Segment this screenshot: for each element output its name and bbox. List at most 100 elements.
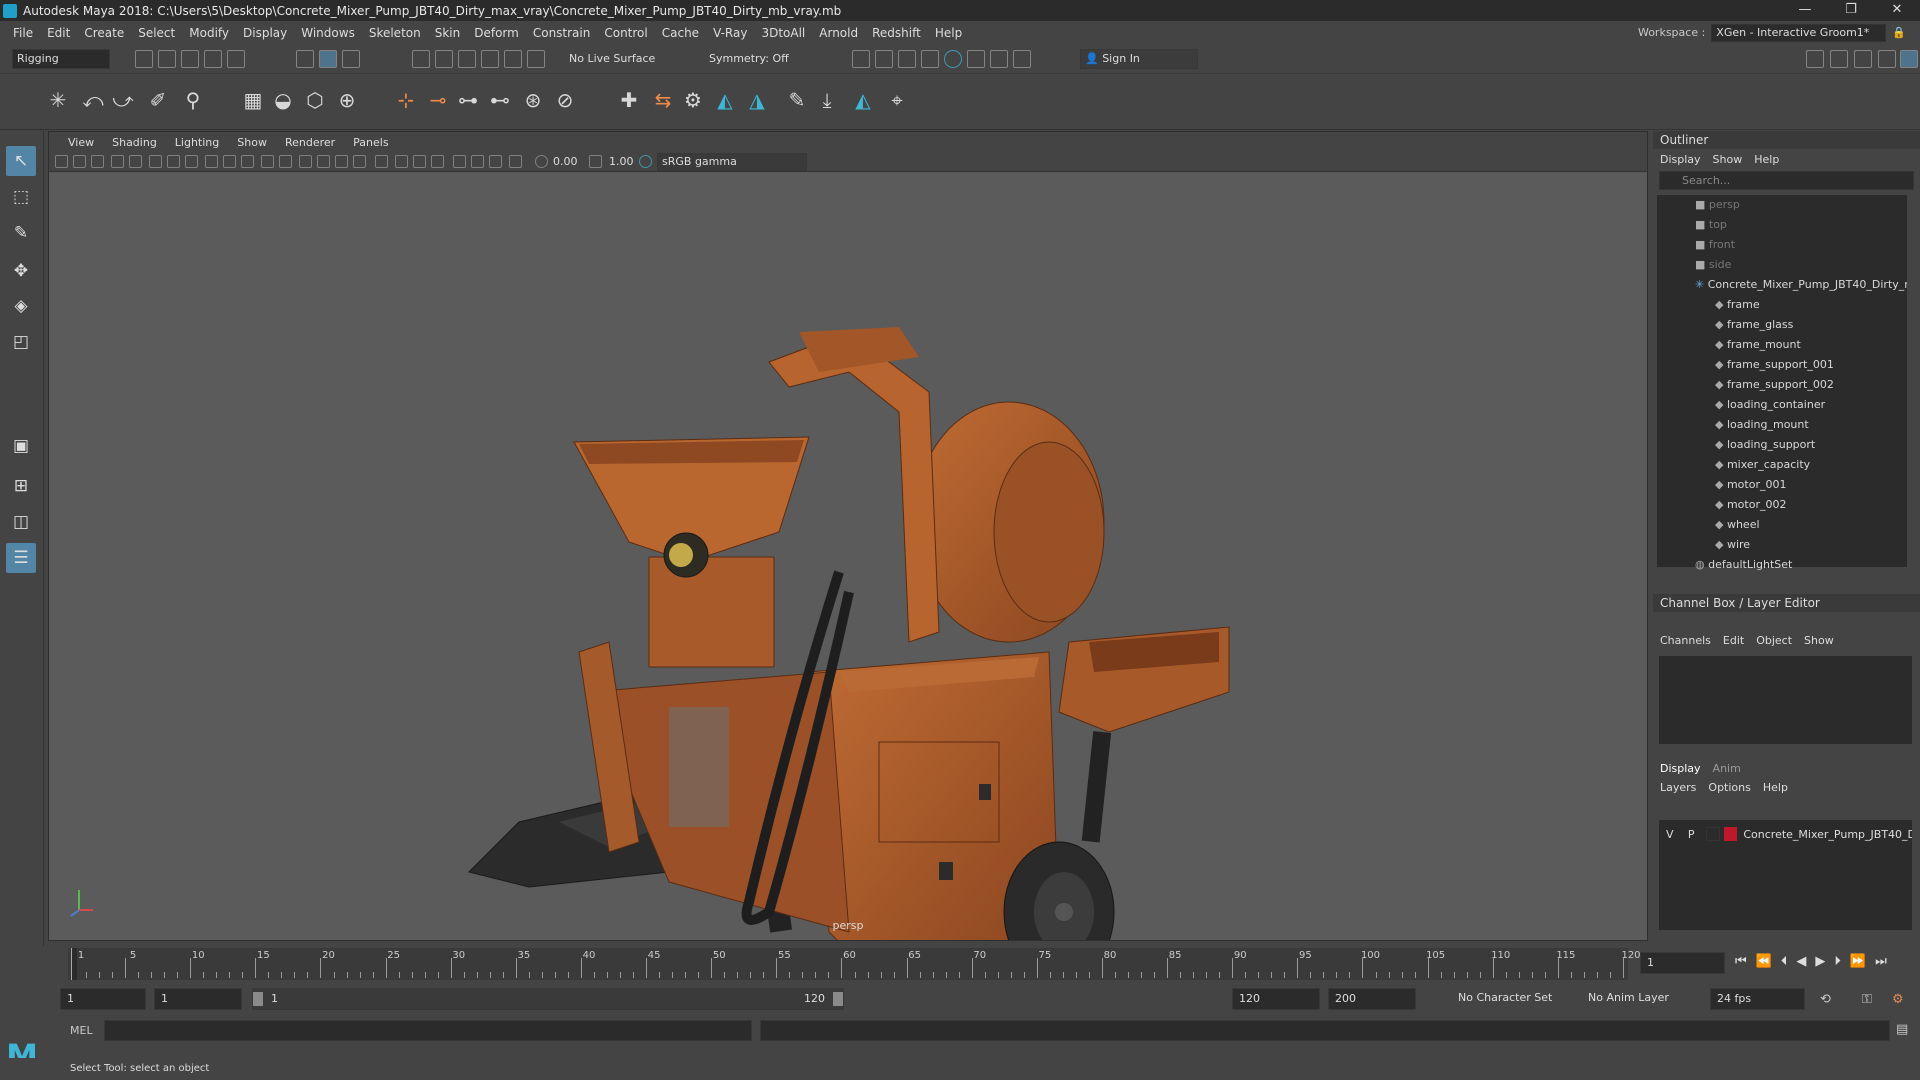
close-button[interactable]: ✕	[1874, 0, 1920, 21]
vp-menu-show[interactable]: Show	[228, 136, 276, 149]
undo-icon[interactable]	[204, 50, 222, 68]
mel-input[interactable]	[104, 1020, 752, 1041]
ik-spline-icon[interactable]: ⤻	[110, 87, 136, 113]
channel-box-toggle-icon[interactable]	[1878, 50, 1896, 68]
layer-color-swatch[interactable]	[1723, 827, 1738, 841]
constraint-parent-icon[interactable]: ⊛	[520, 87, 546, 113]
menu-skeleton[interactable]: Skeleton	[362, 26, 428, 40]
vp-menu-lighting[interactable]: Lighting	[166, 136, 228, 149]
lasso-tool-icon[interactable]: ⬚	[6, 182, 36, 212]
menu-file[interactable]: File	[6, 26, 40, 40]
show-menu[interactable]: Show	[1804, 634, 1834, 647]
constraint-scale-icon[interactable]: ⊷	[487, 87, 513, 113]
start-time-field[interactable]: 1	[60, 988, 146, 1010]
loop-icon[interactable]: ⟲	[1820, 992, 1831, 1007]
paint-weights-icon[interactable]: ✎	[784, 87, 810, 113]
gamma-value[interactable]: 1.00	[609, 155, 634, 168]
layers-menu[interactable]: Layers	[1660, 781, 1696, 794]
outliner-item[interactable]: ◆ mixer_capacity	[1715, 455, 1907, 475]
layer-name[interactable]: Concrete_Mixer_Pump_JBT40_D	[1743, 828, 1912, 841]
menu-control[interactable]: Control	[597, 26, 654, 40]
ik-handle-icon[interactable]: ⤺	[80, 87, 106, 113]
camera-select-icon[interactable]	[55, 155, 68, 168]
edit-menu[interactable]: Edit	[1723, 634, 1744, 647]
arnold-icon[interactable]: ◭	[712, 87, 738, 113]
outliner-search-input[interactable]: Search...	[1659, 171, 1914, 190]
menu-help[interactable]: Help	[928, 26, 969, 40]
outliner-menu-display[interactable]: Display	[1660, 153, 1701, 166]
select-hierarchy-icon[interactable]	[296, 50, 314, 68]
outliner-layout-icon[interactable]: ☰	[6, 543, 36, 573]
outliner-item[interactable]: ◆ wheel	[1715, 515, 1907, 535]
wireframe-on-shaded-icon[interactable]	[299, 155, 312, 168]
render-settings-icon[interactable]	[898, 50, 916, 68]
xray-icon[interactable]	[395, 155, 408, 168]
outliner-item[interactable]: ◆ frame_support_001	[1715, 355, 1907, 375]
wireframe-icon[interactable]	[261, 155, 274, 168]
motion-blur-icon[interactable]	[471, 155, 484, 168]
cluster-icon[interactable]: ◒	[270, 87, 296, 113]
menu-constrain[interactable]: Constrain	[526, 26, 598, 40]
sign-in-button[interactable]: 👤 Sign In	[1080, 49, 1198, 69]
select-component-icon[interactable]	[342, 50, 360, 68]
redshift-render-icon[interactable]	[990, 50, 1008, 68]
vp-menu-shading[interactable]: Shading	[103, 136, 166, 149]
layer-type-toggle[interactable]	[1705, 827, 1720, 841]
options-menu[interactable]: Options	[1708, 781, 1750, 794]
bake-icon[interactable]: ⤓	[814, 87, 840, 113]
snap-pivot-icon[interactable]	[527, 50, 545, 68]
time-slider[interactable]: 1 5 10 15 20 25 30 35 40 45 50 55 60 65 70 75 80 85 90 95 10…	[48, 944, 1648, 982]
skeleton-icon[interactable]: ⚲	[180, 87, 206, 113]
constraint-orient-icon[interactable]: ⊶	[455, 87, 481, 113]
save-scene-icon[interactable]	[181, 50, 199, 68]
time-ruler[interactable]: 1 5 10 15 20 25 30 35 40 45 50 55 60 65 70 75 80 85 90 95 10…	[68, 948, 1641, 980]
snap-grid-icon[interactable]	[412, 50, 430, 68]
view-transform-dropdown[interactable]: sRGB gamma	[657, 153, 807, 171]
image-plane-icon[interactable]	[111, 155, 124, 168]
outliner-menu-help[interactable]: Help	[1754, 153, 1779, 166]
maximize-button[interactable]: ❐	[1828, 0, 1874, 21]
ik-fk-icon[interactable]: ⇆	[650, 87, 676, 113]
shadows-icon[interactable]	[353, 155, 366, 168]
render-current-icon[interactable]	[852, 50, 870, 68]
arnold-render-icon[interactable]	[944, 50, 962, 68]
film-gate-icon[interactable]	[149, 155, 162, 168]
range-bar[interactable]: 1 120	[252, 988, 844, 1010]
locator-icon[interactable]: ✚	[616, 87, 642, 113]
vp-menu-panels[interactable]: Panels	[344, 136, 397, 149]
outliner-item[interactable]: ✳ Concrete_Mixer_Pump_JBT40_Dirty_nc	[1695, 275, 1907, 295]
snap-curve-icon[interactable]	[435, 50, 453, 68]
snap-point-icon[interactable]	[458, 50, 476, 68]
current-time-indicator[interactable]	[71, 948, 77, 980]
blend-icon[interactable]: ⊕	[334, 87, 360, 113]
menu-modify[interactable]: Modify	[182, 26, 236, 40]
hypershade-icon[interactable]	[921, 50, 939, 68]
open-scene-icon[interactable]	[158, 50, 176, 68]
outliner-item[interactable]: ◆ frame_mount	[1715, 335, 1907, 355]
help-menu[interactable]: Help	[1763, 781, 1788, 794]
mel-label[interactable]: MEL	[70, 1024, 93, 1037]
rotate-tool-icon[interactable]: ◈	[6, 291, 36, 321]
textured-icon[interactable]	[317, 155, 330, 168]
menu-create[interactable]: Create	[77, 26, 131, 40]
outliner-item[interactable]: ◆ frame	[1715, 295, 1907, 315]
play-backward-icon[interactable]: ◀	[1796, 954, 1806, 969]
outliner-item[interactable]: ■ front	[1695, 235, 1907, 255]
play-forward-icon[interactable]: ▶	[1815, 954, 1825, 969]
four-view-icon[interactable]: ⊞	[6, 471, 36, 501]
isolate-select-icon[interactable]	[431, 155, 444, 168]
wrap-icon[interactable]: ⬡	[302, 87, 328, 113]
menu-vray[interactable]: V-Ray	[706, 26, 754, 40]
outliner-tree[interactable]: ■ persp ■ top ■ front ■ side ✳ Concrete_Mixe…	[1657, 195, 1907, 571]
safe-action-icon[interactable]	[223, 155, 236, 168]
menu-edit[interactable]: Edit	[40, 26, 77, 40]
step-back-key-icon[interactable]: ⏪	[1756, 954, 1772, 969]
depth-of-field-icon[interactable]	[509, 155, 522, 168]
single-view-icon[interactable]: ▣	[6, 431, 36, 461]
menu-skin[interactable]: Skin	[428, 26, 468, 40]
select-tool-icon[interactable]: ↖	[6, 146, 36, 176]
smooth-shade-icon[interactable]	[279, 155, 292, 168]
redshift-icon[interactable]: ◭	[850, 87, 876, 113]
current-frame-field[interactable]: 1	[1640, 952, 1725, 974]
snap-view-icon[interactable]	[481, 50, 499, 68]
